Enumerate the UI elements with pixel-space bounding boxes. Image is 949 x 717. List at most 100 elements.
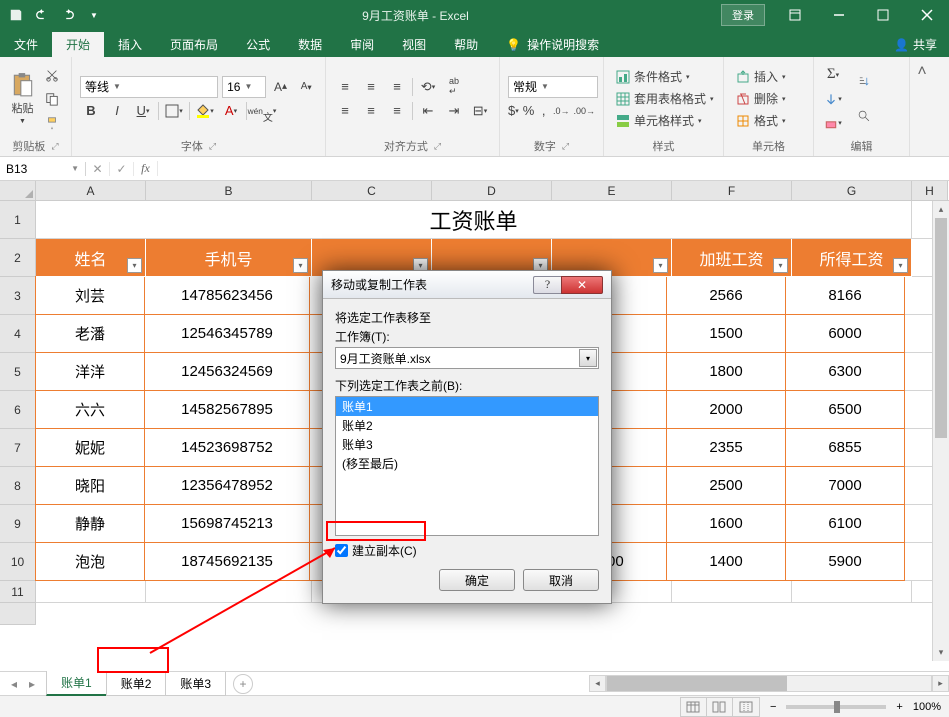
cell[interactable]: 2355	[666, 428, 786, 467]
table-header-cell[interactable]: 加班工资▾	[672, 239, 792, 277]
create-copy-checkbox[interactable]	[335, 544, 348, 557]
tab-data[interactable]: 数据	[284, 32, 336, 57]
format-cells-button[interactable]: 格式▾	[732, 111, 790, 131]
col-header-g[interactable]: G	[792, 181, 912, 200]
orientation-button[interactable]: ⟲▾	[417, 76, 439, 98]
cell[interactable]: 5900	[785, 542, 905, 581]
col-header-a[interactable]: A	[36, 181, 146, 200]
align-left-button[interactable]: ≡	[334, 100, 356, 122]
cell[interactable]: 6855	[785, 428, 905, 467]
title-cell[interactable]: 工资账单	[36, 201, 912, 239]
cell[interactable]: 7000	[785, 466, 905, 505]
normal-view-button[interactable]	[681, 698, 707, 716]
border-button[interactable]: ▾	[163, 100, 185, 122]
col-header-f[interactable]: F	[672, 181, 792, 200]
cell[interactable]: 2000	[666, 390, 786, 429]
align-center-button[interactable]: ≡	[360, 100, 382, 122]
cell[interactable]	[672, 581, 792, 603]
scroll-up-button[interactable]: ▴	[933, 201, 949, 218]
font-size-combo[interactable]: 16▼	[222, 76, 266, 98]
redo-button[interactable]	[56, 3, 80, 27]
clear-button[interactable]: ▾	[822, 112, 844, 134]
dialog-help-button[interactable]: ?	[533, 276, 561, 294]
bold-button[interactable]: B	[80, 100, 102, 122]
row-header[interactable]: 4	[0, 315, 36, 353]
decrease-indent-button[interactable]: ⇤	[417, 100, 439, 122]
cell[interactable]: 15698745213	[144, 504, 310, 543]
cell[interactable]	[792, 581, 912, 603]
workbook-combo[interactable]: 9月工资账单.xlsx ▾	[335, 347, 599, 369]
tab-home[interactable]: 开始	[52, 32, 104, 57]
dialog-titlebar[interactable]: 移动或复制工作表 ? ✕	[323, 271, 611, 299]
tab-view[interactable]: 视图	[388, 32, 440, 57]
cell[interactable]: 妮妮	[35, 428, 145, 467]
cell-styles-button[interactable]: 单元格样式▾	[612, 111, 718, 131]
tab-review[interactable]: 审阅	[336, 32, 388, 57]
cell[interactable]: 6000	[785, 314, 905, 353]
share-button[interactable]: 👤 共享	[882, 32, 949, 57]
accounting-format-button[interactable]: $▾	[508, 100, 519, 122]
cell[interactable]: 12546345789	[144, 314, 310, 353]
row-header[interactable]: 8	[0, 467, 36, 505]
sheet-tab[interactable]: 账单1	[46, 671, 107, 696]
cell[interactable]: 6300	[785, 352, 905, 391]
comma-button[interactable]: ,	[538, 100, 549, 122]
cell[interactable]: 14523698752	[144, 428, 310, 467]
tab-page-layout[interactable]: 页面布局	[156, 32, 232, 57]
qat-customize[interactable]: ▼	[82, 3, 106, 27]
align-top-button[interactable]: ≡	[334, 76, 356, 98]
ribbon-options[interactable]	[773, 0, 817, 30]
row-header[interactable]: 9	[0, 505, 36, 543]
wrap-text-button[interactable]: ab↵	[443, 76, 465, 98]
cell[interactable]: 六六	[35, 390, 145, 429]
underline-button[interactable]: U▾	[132, 100, 154, 122]
filter-arrow-icon[interactable]: ▾	[653, 258, 668, 273]
list-item[interactable]: 账单3	[336, 435, 598, 454]
font-launcher[interactable]: ⤢	[209, 141, 216, 152]
cell[interactable]: 泡泡	[35, 542, 145, 581]
row-header[interactable]: 7	[0, 429, 36, 467]
enter-formula-button[interactable]: ✓	[110, 162, 134, 176]
cancel-formula-button[interactable]: ✕	[86, 162, 110, 176]
list-item[interactable]: 账单1	[336, 397, 598, 416]
filter-arrow-icon[interactable]: ▾	[773, 258, 788, 273]
percent-button[interactable]: %	[523, 100, 535, 122]
cell[interactable]: 晓阳	[35, 466, 145, 505]
page-break-view-button[interactable]	[733, 698, 759, 716]
decrease-font-button[interactable]: A▾	[295, 76, 317, 98]
cell[interactable]: 刘芸	[35, 276, 145, 315]
col-header-h[interactable]: H	[912, 181, 948, 200]
save-button[interactable]	[4, 3, 28, 27]
insert-function-button[interactable]: fx	[134, 161, 158, 176]
cell[interactable]: 6100	[785, 504, 905, 543]
row-header[interactable]: 1	[0, 201, 36, 239]
new-sheet-button[interactable]: +	[233, 674, 253, 694]
dialog-close-button[interactable]: ✕	[561, 276, 603, 294]
number-format-combo[interactable]: 常规▼	[508, 76, 598, 98]
col-header-d[interactable]: D	[432, 181, 552, 200]
table-header-cell[interactable]: 姓名▾	[36, 239, 146, 277]
tab-insert[interactable]: 插入	[104, 32, 156, 57]
filter-arrow-icon[interactable]: ▾	[293, 258, 308, 273]
col-header-e[interactable]: E	[552, 181, 672, 200]
cell[interactable]: 14582567895	[144, 390, 310, 429]
format-painter-button[interactable]	[41, 112, 63, 134]
hscroll-right-button[interactable]: ▸	[932, 675, 949, 692]
select-all-button[interactable]	[0, 181, 36, 200]
phonetic-button[interactable]: wén文▾	[251, 100, 273, 122]
tab-formulas[interactable]: 公式	[232, 32, 284, 57]
merge-button[interactable]: ⊟▾	[469, 100, 491, 122]
cell[interactable]: 14785623456	[144, 276, 310, 315]
cell[interactable]: 18745692135	[144, 542, 310, 581]
table-format-button[interactable]: 套用表格格式▾	[612, 89, 718, 109]
cell[interactable]: 2500	[666, 466, 786, 505]
cancel-button[interactable]: 取消	[523, 569, 599, 591]
copy-button[interactable]	[41, 88, 63, 110]
filter-arrow-icon[interactable]: ▾	[893, 258, 908, 273]
sort-filter-button[interactable]	[848, 66, 880, 98]
cell[interactable]: 2566	[666, 276, 786, 315]
conditional-format-button[interactable]: 条件格式▾	[612, 67, 718, 87]
tell-me[interactable]: 💡 操作说明搜索	[492, 32, 613, 57]
list-item[interactable]: 账单2	[336, 416, 598, 435]
ok-button[interactable]: 确定	[439, 569, 515, 591]
